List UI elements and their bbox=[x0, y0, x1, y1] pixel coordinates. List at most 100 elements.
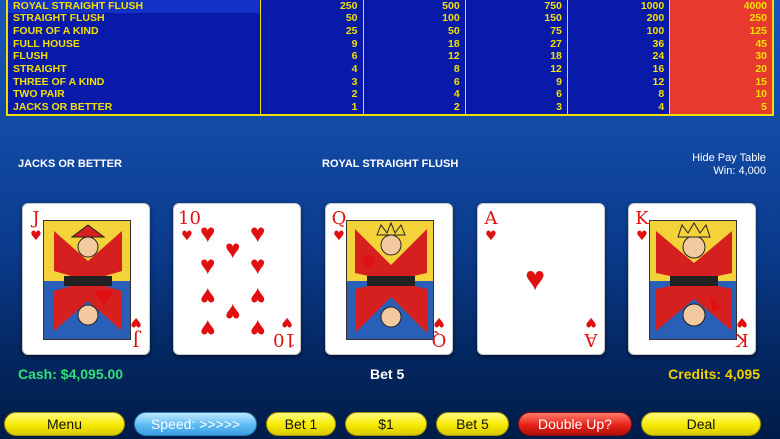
pay-table-value: 24 bbox=[567, 50, 671, 64]
pay-table-value: 4000 bbox=[669, 0, 772, 13]
card-rank-corner: K ♥ bbox=[735, 314, 749, 350]
heart-icon: ♥ bbox=[250, 282, 266, 312]
king-face-image bbox=[649, 220, 737, 340]
pay-table-value: 100 bbox=[567, 25, 671, 38]
pay-table-value: 125 bbox=[669, 25, 772, 38]
heart-icon: ♥ bbox=[225, 298, 241, 328]
card-4[interactable]: A ♥ ♥ A ♥ bbox=[477, 203, 605, 355]
pay-table-value: 3 bbox=[465, 101, 568, 114]
pay-table-value: 250 bbox=[260, 0, 364, 13]
pay-table-value: 12 bbox=[465, 63, 568, 76]
pay-table-row: FLUSH 6 12 18 24 30 bbox=[8, 50, 772, 64]
pay-table-value: 50 bbox=[363, 25, 466, 38]
pay-table-value: 150 bbox=[465, 12, 568, 26]
pay-table-value: 6 bbox=[465, 88, 568, 102]
heart-icon: ♥ bbox=[225, 234, 241, 264]
pay-table-value: 6 bbox=[260, 50, 364, 64]
pay-table-row: FULL HOUSE 9 18 27 36 45 bbox=[8, 37, 772, 51]
pay-table-hand: FLUSH bbox=[8, 50, 262, 64]
pay-table-row: JACKS OR BETTER 1 2 3 4 5 bbox=[8, 101, 772, 114]
bet-display: Bet 5 bbox=[370, 366, 405, 382]
pay-table-value: 16 bbox=[567, 63, 671, 76]
card-3[interactable]: Q ♥ Q ♥ bbox=[325, 203, 453, 355]
pay-table-value: 250 bbox=[669, 12, 772, 26]
pay-table-value: 50 bbox=[260, 12, 364, 26]
pay-table-row: STRAIGHT 4 8 12 16 20 bbox=[8, 63, 772, 76]
pay-table-hand: JACKS OR BETTER bbox=[8, 101, 262, 114]
heart-icon: ♥ bbox=[250, 250, 266, 280]
pay-table-hand: STRAIGHT FLUSH bbox=[8, 12, 262, 26]
card-2[interactable]: 10 ♥ ♥ ♥ ♥ ♥ ♥ ♥ ♥ ♥ ♥ ♥ 10 ♥ bbox=[173, 203, 301, 355]
pay-table-value: 20 bbox=[669, 63, 772, 76]
pay-table-hand: ROYAL STRAIGHT FLUSH bbox=[8, 0, 262, 13]
pay-table-value: 1 bbox=[260, 101, 364, 114]
pay-table-value: 75 bbox=[465, 25, 568, 38]
card-1[interactable]: J ♥ J ♥ bbox=[22, 203, 150, 355]
pay-table-hand: THREE OF A KIND bbox=[8, 75, 262, 89]
pay-table-value: 750 bbox=[465, 0, 568, 13]
pay-table: ROYAL STRAIGHT FLUSH 250 500 750 1000 4000 STR… bbox=[6, 0, 774, 116]
pay-table-value: 9 bbox=[465, 75, 568, 89]
card-5[interactable]: K ♥ K ♥ bbox=[628, 203, 756, 355]
pay-table-value: 36 bbox=[567, 37, 671, 51]
pay-table-value: 12 bbox=[567, 75, 671, 89]
denomination-button[interactable]: $1 bbox=[345, 412, 427, 436]
pay-table-row: TWO PAIR 2 4 6 8 10 bbox=[8, 88, 772, 102]
deal-button[interactable]: Deal bbox=[641, 412, 761, 436]
hand-result-label: ROYAL STRAIGHT FLUSH bbox=[322, 158, 459, 170]
heart-icon: ♥ bbox=[485, 229, 497, 244]
pay-table-value: 9 bbox=[260, 37, 364, 51]
heart-icon: ♥ bbox=[250, 218, 266, 248]
pay-table-value: 6 bbox=[363, 75, 466, 89]
pay-table-row: THREE OF A KIND 3 6 9 12 15 bbox=[8, 75, 772, 89]
pay-table-value: 3 bbox=[260, 75, 364, 89]
heart-icon: ♥ bbox=[200, 218, 216, 248]
game-name-label: JACKS OR BETTER bbox=[18, 158, 122, 170]
pay-table-value: 2 bbox=[260, 88, 364, 102]
pay-table-row: ROYAL STRAIGHT FLUSH 250 500 750 1000 4000 bbox=[8, 0, 772, 13]
heart-icon: ♥ bbox=[250, 314, 266, 344]
pay-table-value: 25 bbox=[260, 25, 364, 38]
heart-icon: ♥ bbox=[200, 282, 216, 312]
hide-pay-table-link[interactable]: Hide Pay Table bbox=[684, 152, 774, 164]
pay-table-value: 8 bbox=[567, 88, 671, 102]
pay-table-value: 27 bbox=[465, 37, 568, 51]
card-rank-corner: A ♥ bbox=[482, 210, 500, 246]
pay-table-value: 4 bbox=[260, 63, 364, 76]
pay-table-value: 10 bbox=[669, 88, 772, 102]
card-rank-corner: 10 ♥ bbox=[273, 314, 296, 350]
speed-button[interactable]: Speed: >>>>> bbox=[134, 412, 257, 436]
pay-table-value: 30 bbox=[669, 50, 772, 64]
double-up-button[interactable]: Double Up? bbox=[518, 412, 632, 436]
jack-face-image bbox=[43, 220, 131, 340]
pay-table-value: 15 bbox=[669, 75, 772, 89]
queen-face-image bbox=[346, 220, 434, 340]
card-rank-corner: 10 ♥ bbox=[178, 208, 201, 245]
pay-table-hand: FOUR OF A KIND bbox=[8, 25, 262, 38]
heart-icon: ♥ bbox=[525, 260, 546, 298]
card-rank-corner: J ♥ bbox=[130, 314, 142, 350]
pay-table-value: 8 bbox=[363, 63, 466, 76]
credits-display: Credits: 4,095 bbox=[668, 366, 760, 382]
card-rank-corner: A ♥ bbox=[584, 314, 598, 350]
pay-table-row: FOUR OF A KIND 25 50 75 100 125 bbox=[8, 25, 772, 38]
pay-table-value: 18 bbox=[363, 37, 466, 51]
card-rank-corner: Q ♥ bbox=[431, 314, 447, 350]
pay-table-value: 4 bbox=[363, 88, 466, 102]
bet-one-button[interactable]: Bet 1 bbox=[266, 412, 336, 436]
pay-table-value: 12 bbox=[363, 50, 466, 64]
pay-table-value: 4 bbox=[567, 101, 671, 114]
pay-table-value: 1000 bbox=[567, 0, 671, 13]
pay-table-hand: STRAIGHT bbox=[8, 63, 262, 76]
heart-icon: ♥ bbox=[200, 314, 216, 344]
cash-display: Cash: $4,095.00 bbox=[18, 366, 124, 382]
win-amount: Win: 4,000 bbox=[713, 165, 766, 177]
pay-table-value: 2 bbox=[363, 101, 466, 114]
bet-five-button[interactable]: Bet 5 bbox=[436, 412, 509, 436]
pay-table-value: 100 bbox=[363, 12, 466, 26]
pay-table-value: 500 bbox=[363, 0, 466, 13]
menu-button[interactable]: Menu bbox=[4, 412, 125, 436]
pay-table-row: STRAIGHT FLUSH 50 100 150 200 250 bbox=[8, 12, 772, 26]
heart-icon: ♥ bbox=[181, 229, 193, 244]
pay-table-hand: TWO PAIR bbox=[8, 88, 262, 102]
